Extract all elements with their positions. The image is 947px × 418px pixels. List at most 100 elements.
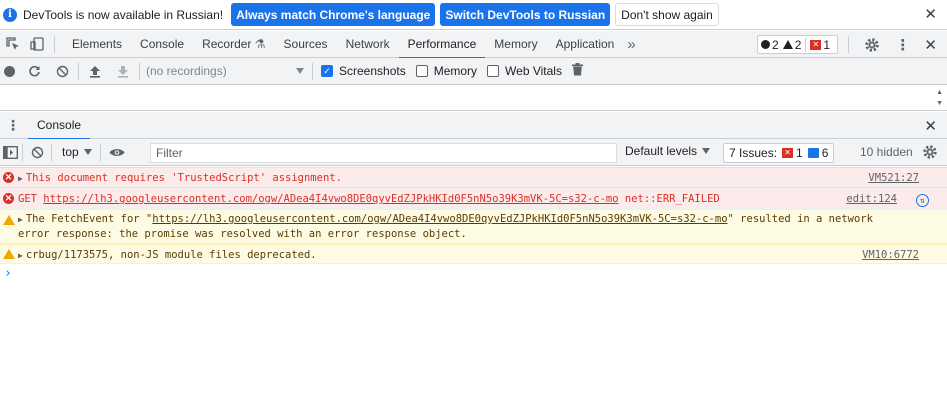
warning-triangle-icon (3, 249, 15, 259)
match-language-button[interactable]: Always match Chrome's language (231, 3, 436, 26)
scroll-arrows-icon[interactable]: ▲ ▼ (936, 87, 943, 109)
issues-count: ✕ 1 (805, 37, 831, 52)
inspect-element-icon[interactable] (4, 35, 22, 53)
trash-icon[interactable] (571, 63, 583, 79)
tab-performance[interactable]: Performance (398, 31, 486, 59)
dont-show-again-button[interactable]: Don't show again (615, 3, 719, 26)
memory-checkbox[interactable]: Memory (415, 64, 477, 78)
divider (99, 143, 101, 161)
checkbox-checked-icon: ✓ (321, 65, 333, 77)
device-toolbar-icon[interactable] (28, 35, 46, 53)
errors-count-value: 2 (772, 37, 779, 52)
expand-triangle-icon[interactable]: ▶ (18, 174, 23, 183)
divider (78, 62, 79, 80)
message-source-link[interactable]: edit:124 (846, 193, 897, 205)
expand-triangle-icon[interactable]: ▶ (18, 215, 23, 224)
performance-panel-area: ▲ ▼ (0, 85, 947, 111)
message-body[interactable]: ▶ The FetchEvent for "https://lh3.googleu… (18, 213, 873, 225)
message-line1-suffix: " resulted in a network (727, 213, 873, 225)
message-body: GET https://lh3.googleusercontent.com/og… (18, 193, 720, 205)
message-url-link[interactable]: https://lh3.googleusercontent.com/ogw/AD… (152, 213, 727, 225)
load-profile-icon[interactable] (87, 63, 103, 79)
issue-error-icon: ✕ (810, 39, 822, 50)
warning-triangle-icon (3, 215, 15, 225)
message-body[interactable]: ▶ crbug/1173575, non-JS module files depr… (18, 249, 317, 261)
console-settings-gear-icon[interactable] (921, 143, 939, 161)
recordings-dropdown[interactable]: (no recordings) (146, 62, 304, 81)
context-selector[interactable]: top (62, 145, 92, 159)
more-tabs-chevron-icon[interactable]: » (627, 36, 635, 53)
issues-count-value: 1 (823, 37, 831, 52)
warnings-count-value: 2 (794, 37, 802, 52)
sidebar-toggle-icon[interactable] (2, 144, 18, 160)
errors-count: 2 (761, 38, 779, 52)
console-message: ▶ The FetchEvent for "https://lh3.googleu… (0, 209, 947, 244)
save-profile-icon[interactable] (115, 63, 131, 79)
context-value: top (62, 145, 79, 159)
issue-error-icon: ✕ (782, 148, 794, 158)
screenshots-label: Screenshots (339, 64, 406, 78)
clear-console-icon[interactable] (29, 144, 45, 160)
language-infobar: i DevTools is now available in Russian! … (0, 0, 947, 30)
error-warning-counter[interactable]: 2 2 ✕ 1 (757, 35, 839, 54)
tab-memory[interactable]: Memory (485, 31, 546, 58)
tab-sources[interactable]: Sources (275, 31, 337, 58)
levels-label: Default levels (625, 144, 698, 158)
log-levels-dropdown[interactable]: Default levels (625, 144, 711, 158)
web-vitals-checkbox[interactable]: Web Vitals (487, 64, 562, 78)
clear-icon[interactable] (54, 63, 70, 79)
chevron-down-icon (296, 67, 304, 74)
message-text: This document requires 'TrustedScript' a… (25, 172, 342, 184)
expand-triangle-icon[interactable]: ▶ (18, 251, 23, 260)
settings-gear-icon[interactable] (863, 36, 881, 54)
issues-error-count: 1 (796, 146, 803, 160)
live-expression-eye-icon[interactable] (109, 144, 125, 160)
issues-info-count: 6 (821, 146, 829, 160)
drawer-tabbar: ⋮ Console ✕ (0, 112, 947, 140)
close-devtools-icon[interactable]: ✕ (924, 36, 937, 54)
message-source-link[interactable]: VM521:27 (868, 172, 919, 184)
message-suffix: net::ERR_FAILED (618, 193, 720, 205)
reload-record-icon[interactable] (26, 63, 42, 79)
tab-network[interactable]: Network (337, 31, 399, 58)
customize-menu-icon[interactable]: ⋮ (895, 36, 910, 54)
infobar-message: DevTools is now available in Russian! (23, 7, 224, 22)
tab-application[interactable]: Application (547, 31, 624, 58)
screenshots-checkbox[interactable]: ✓ Screenshots (321, 64, 406, 78)
console-prompt-chevron-icon[interactable]: › (4, 266, 12, 281)
web-vitals-label: Web Vitals (505, 64, 562, 78)
chevron-down-icon (702, 148, 711, 154)
divider (848, 36, 850, 53)
issue-info-icon (807, 148, 819, 158)
message-url-link[interactable]: https://lh3.googleusercontent.com/ogw/AD… (43, 193, 618, 205)
message-source-link[interactable]: VM10:6772 (862, 249, 919, 261)
console-toolbar: top Filter Default levels 7 Issues: ✕ 1 … (0, 139, 947, 166)
info-icon: i (3, 7, 17, 22)
tab-console[interactable]: Console (131, 31, 193, 58)
tab-recorder[interactable]: Recorder ⚗ (193, 31, 274, 58)
drawer-tab-console[interactable]: Console (28, 112, 91, 140)
tab-elements[interactable]: Elements (63, 31, 131, 58)
network-request-icon[interactable]: ⇅ (916, 194, 929, 207)
message-text: crbug/1173575, non-JS module files depre… (25, 249, 317, 261)
chevron-down-icon (83, 149, 92, 155)
error-circle-icon: ✕ (3, 193, 14, 204)
filter-input[interactable]: Filter (150, 143, 617, 163)
checkbox-icon (415, 65, 428, 77)
drawer-menu-icon[interactable]: ⋮ (6, 117, 20, 134)
error-circle-icon: ✕ (3, 172, 14, 183)
close-icon[interactable]: ✕ (924, 5, 937, 23)
switch-language-button[interactable]: Switch DevTools to Russian (440, 3, 611, 26)
close-drawer-icon[interactable]: ✕ (924, 117, 937, 135)
warning-triangle-icon (782, 40, 793, 49)
performance-toolbar: (no recordings) ✓ Screenshots Memory Web … (0, 58, 947, 85)
hidden-messages-count: 10 hidden (860, 145, 913, 159)
record-button[interactable] (4, 65, 15, 77)
console-message: ▶ crbug/1173575, non-JS module files depr… (0, 244, 947, 264)
divider (54, 35, 55, 53)
divider (139, 62, 140, 80)
message-body[interactable]: ▶ This document requires 'TrustedScript' … (18, 172, 342, 184)
issues-button[interactable]: 7 Issues: ✕ 1 6 (723, 143, 835, 163)
message-line2: error response: the promise was resolved… (18, 228, 467, 240)
tabbar-right-controls: ⋮ ✕ (840, 31, 947, 58)
